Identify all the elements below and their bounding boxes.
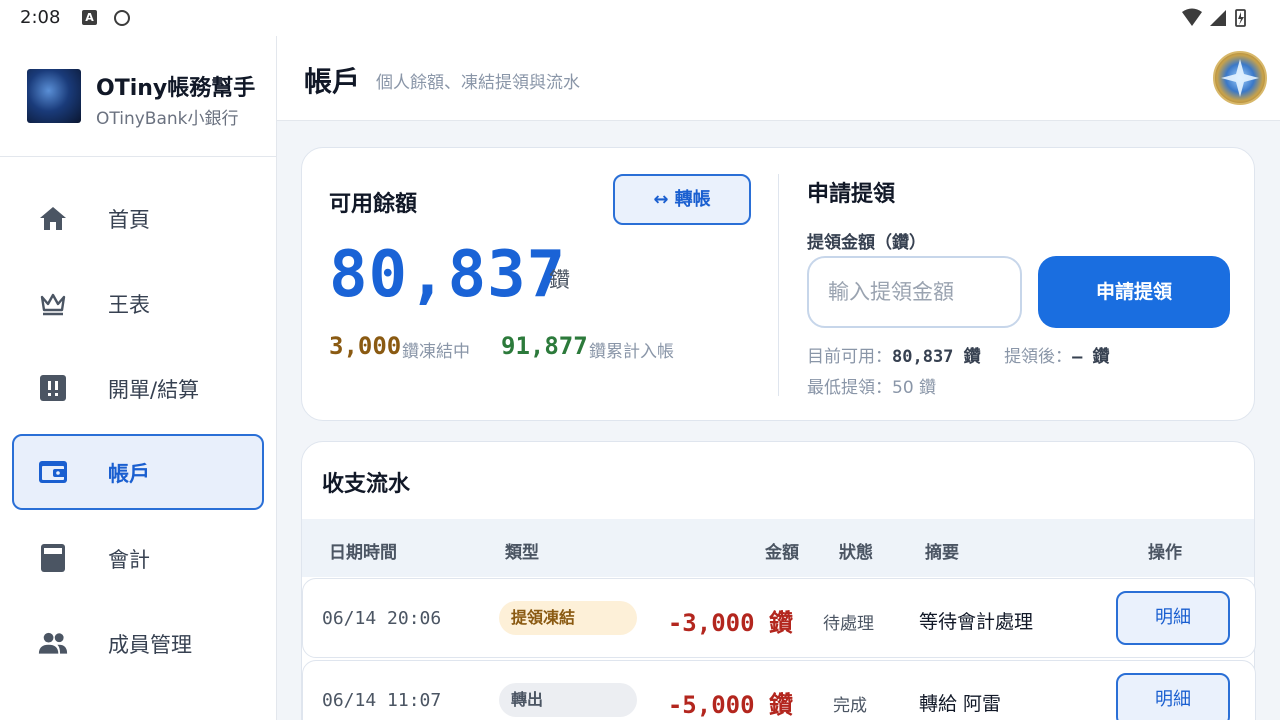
brand-title: OTiny帳務幫手 [96,76,256,101]
row-status: 待處理 [823,614,874,634]
row-date: 06/14 11:07 [322,690,442,711]
page-subtitle: 個人餘額、凍結提領與流水 [376,73,580,93]
total-label: 鑽累計入帳 [589,342,674,362]
crown-icon [40,293,66,316]
sidebar: OTiny帳務幫手 OTinyBank小銀行 首頁 王表 開單/結算 帳戶 會計… [0,36,277,720]
nav-item-accounting[interactable]: 會計 [12,520,264,596]
nav-label: 首頁 [108,208,150,232]
nav-label: 王表 [108,293,150,317]
divider [778,174,779,396]
apply-withdraw-button[interactable]: 申請提領 [1038,256,1230,328]
table-row: 06/14 11:07 轉出 -5,000 鑽 完成 轉給 阿雷 明細 [302,660,1256,720]
available-prefix: 目前可用： [807,347,892,367]
page-header: 帳戶 個人餘額、凍結提領與流水 [277,36,1280,121]
col-status: 狀態 [839,543,873,563]
avatar[interactable] [1213,51,1267,105]
status-time: 2:08 [20,7,61,28]
type-badge: 提領凍結 [499,601,637,635]
brand-logo [27,69,81,123]
withdraw-title: 申請提領 [807,182,896,207]
col-action: 操作 [1148,543,1182,563]
brand-header: OTiny帳務幫手 OTinyBank小銀行 [0,36,276,157]
notification-icon [114,10,130,26]
available-balance: 80,837 [329,238,567,312]
transfer-button[interactable]: ↔ 轉帳 [613,174,751,225]
nav-item-members[interactable]: 成員管理 [12,605,264,681]
min-withdraw-text: 最低提領：50 鑽 [807,378,937,398]
star-compass-icon [1221,59,1259,97]
col-memo: 摘要 [925,543,959,563]
status-bar: 2:08 A [0,0,1280,36]
balance-unit: 鑽 [549,268,570,292]
row-memo: 轉給 阿雷 [919,693,1002,715]
balance-title: 可用餘額 [329,192,418,217]
nav-item-home[interactable]: 首頁 [12,180,264,256]
table-header: 日期時間 類型 金額 狀態 摘要 操作 [302,519,1254,577]
table-row: 06/14 20:06 提領凍結 -3,000 鑽 待處理 等待會計處理 明細 [302,578,1256,658]
frozen-label: 鑽凍結中 [402,342,470,362]
ledger-card: 收支流水 日期時間 類型 金額 狀態 摘要 操作 06/14 20:06 提領凍… [301,441,1256,720]
row-amount: -3,000 鑽 [667,609,793,637]
after-prefix: 提領後： [1004,347,1073,367]
balance-card: 可用餘額 ↔ 轉帳 80,837 鑽 3,000 鑽凍結中 91,877 鑽累計… [301,147,1255,421]
frozen-amount: 3,000 [329,332,402,360]
nav-label: 會計 [108,548,150,572]
col-amount: 金額 [765,543,799,563]
page-title: 帳戶 [304,65,361,98]
wallet-icon [39,461,67,483]
after-value: — 鑽 [1072,347,1110,367]
ledger-title: 收支流水 [322,472,411,497]
people-icon [38,632,68,654]
row-date: 06/14 20:06 [322,608,442,629]
wifi-icon [1182,8,1202,26]
brand-subtitle: OTinyBank小銀行 [96,109,239,129]
nav-item-billing[interactable]: 開單/結算 [12,350,264,426]
detail-button[interactable]: 明細 [1116,673,1230,720]
a-badge-icon: A [82,10,97,25]
nav-item-king-table[interactable]: 王表 [12,265,264,341]
withdraw-amount-input[interactable]: 輸入提領金額 [807,256,1022,328]
row-amount: -5,000 鑽 [667,691,793,719]
nav-label: 成員管理 [108,633,192,657]
system-indicators [1182,8,1246,27]
detail-button[interactable]: 明細 [1116,591,1230,645]
col-type: 類型 [505,543,539,563]
alert-box-icon [40,375,66,401]
total-amount: 91,877 [501,332,588,360]
row-status: 完成 [833,696,867,716]
available-value: 80,837 鑽 [892,347,981,367]
nav-item-account[interactable]: 帳戶 [12,434,264,510]
withdraw-summary: 目前可用：80,837 鑽 提領後：— 鑽 [807,342,1110,367]
type-badge: 轉出 [499,683,637,717]
signal-icon [1210,10,1226,26]
calculator-icon [41,544,65,572]
col-date: 日期時間 [329,543,397,563]
row-memo: 等待會計處理 [919,611,1034,633]
home-icon [40,207,66,230]
nav-label: 帳戶 [108,462,150,486]
withdraw-amount-label: 提領金額（鑽） [807,233,926,253]
nav-label: 開單/結算 [108,378,200,402]
